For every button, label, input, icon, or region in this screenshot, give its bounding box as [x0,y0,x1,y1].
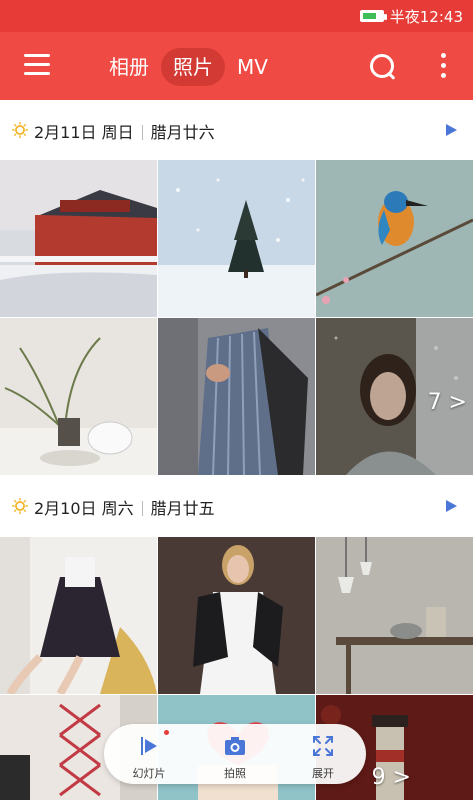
slideshow-button[interactable]: 幻灯片 [114,730,184,780]
more-photos-count[interactable]: 7 > [428,390,467,415]
photo-woman-leather-jacket[interactable] [158,537,315,694]
photo-snow-tree[interactable] [158,160,315,317]
date-label: 2月11日 周日 腊月廿六 [34,119,215,143]
more-vertical-icon[interactable] [436,53,450,79]
photo-palace-snow[interactable] [0,160,157,317]
app-bar: 相册 照片 MV [0,32,473,100]
status-bar: 半夜12:43 [0,0,473,32]
photo-thumbnail [0,537,157,694]
battery-level-fill [362,13,376,19]
section-date: 2月11日 周日 [34,123,134,142]
photo-thumbnail [316,537,473,694]
photo-man-striped-shirt[interactable] [158,318,315,475]
search-icon[interactable] [368,52,398,82]
date-header-1: 2月11日 周日 腊月廿六 [0,100,473,160]
photo-kingfisher[interactable] [316,160,473,317]
expand-button[interactable]: 展开 [288,730,358,780]
slideshow-label: 幻灯片 [132,767,166,780]
section-date: 2月10日 周六 [34,499,134,518]
slideshow-icon [141,737,157,755]
photo-woman-dress[interactable] [0,537,157,694]
section-lunar-date: 腊月廿五 [150,499,215,518]
tab-mv[interactable]: MV [228,48,277,86]
battery-icon [359,10,387,22]
bottom-action-bar: 幻灯片 拍照 展开 [104,724,366,784]
photo-woman-snow[interactable]: 7 > [316,318,473,475]
photo-thumbnail [0,318,157,475]
status-time: 半夜12:43 [389,7,463,26]
camera-label: 拍照 [224,767,246,780]
menu-icon[interactable] [24,54,50,76]
new-badge-dot [164,730,169,735]
photo-interior-lamps[interactable] [316,537,473,694]
sun-icon [12,122,28,138]
section-lunar-date: 腊月廿六 [150,123,215,142]
tab-photos[interactable]: 照片 [161,48,225,86]
expand-label: 展开 [312,767,334,780]
tab-bar: 相册 照片 MV [100,48,277,86]
photo-thumbnail [0,160,157,317]
expand-icon [313,736,333,756]
photo-table-plants[interactable] [0,318,157,475]
sun-icon [12,498,28,514]
camera-icon [225,737,245,755]
photo-thumbnail [158,160,315,317]
photo-thumbnail [158,318,315,475]
play-icon[interactable] [446,124,457,136]
tab-albums[interactable]: 相册 [100,48,158,86]
date-header-2: 2月10日 周六 腊月廿五 [0,476,473,536]
camera-button[interactable]: 拍照 [200,730,270,780]
photo-thumbnail [316,160,473,317]
more-photos-count[interactable]: 9 > [372,765,411,790]
photo-thumbnail [158,537,315,694]
date-label: 2月10日 周六 腊月廿五 [34,495,215,519]
play-icon[interactable] [446,500,457,512]
